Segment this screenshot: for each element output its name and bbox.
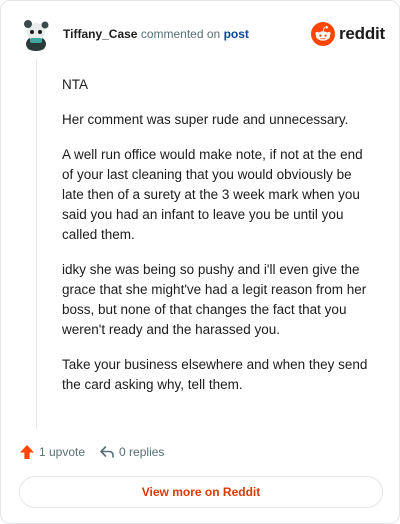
comment-embed-card: Tiffany_Case commented on post reddit NT… xyxy=(0,0,400,524)
comment-paragraph: Her comment was super rude and unnecessa… xyxy=(62,112,349,127)
commented-on-text: commented on xyxy=(140,27,221,41)
upvote-count: 1 upvote xyxy=(39,445,86,459)
view-more-button[interactable]: View more on Reddit xyxy=(19,476,383,508)
comment-paragraph: A well run office would make note, if no… xyxy=(62,147,363,242)
comment-paragraph: NTA xyxy=(62,77,88,92)
reply-arrow-icon xyxy=(100,446,114,458)
post-link[interactable]: post xyxy=(224,27,249,41)
reply-count: 0 replies xyxy=(119,445,165,459)
upvote-button[interactable]: 1 upvote xyxy=(19,444,85,460)
comment-paragraph: idky she was being so pushy and i'll eve… xyxy=(62,262,367,337)
reddit-snoo-icon xyxy=(310,22,335,46)
comment-header: Tiffany_Case commented on post reddit xyxy=(19,17,385,51)
comment-paragraph: Take your business elsewhere and when th… xyxy=(62,357,368,392)
upvote-arrow-icon xyxy=(20,445,34,459)
brand-wordmark: reddit xyxy=(338,24,385,43)
replies-button[interactable]: 0 replies xyxy=(99,444,164,460)
avatar-icon xyxy=(19,17,53,51)
comment-body: NTA Her comment was super rude and unnec… xyxy=(62,75,377,410)
avatar[interactable] xyxy=(19,17,53,51)
reddit-logo[interactable]: reddit xyxy=(310,21,385,47)
comment-actions: 1 upvote 0 replies xyxy=(19,442,164,462)
author-name[interactable]: Tiffany_Case xyxy=(63,27,137,41)
thread-line xyxy=(36,59,37,429)
author-line: Tiffany_Case commented on post xyxy=(63,27,249,41)
